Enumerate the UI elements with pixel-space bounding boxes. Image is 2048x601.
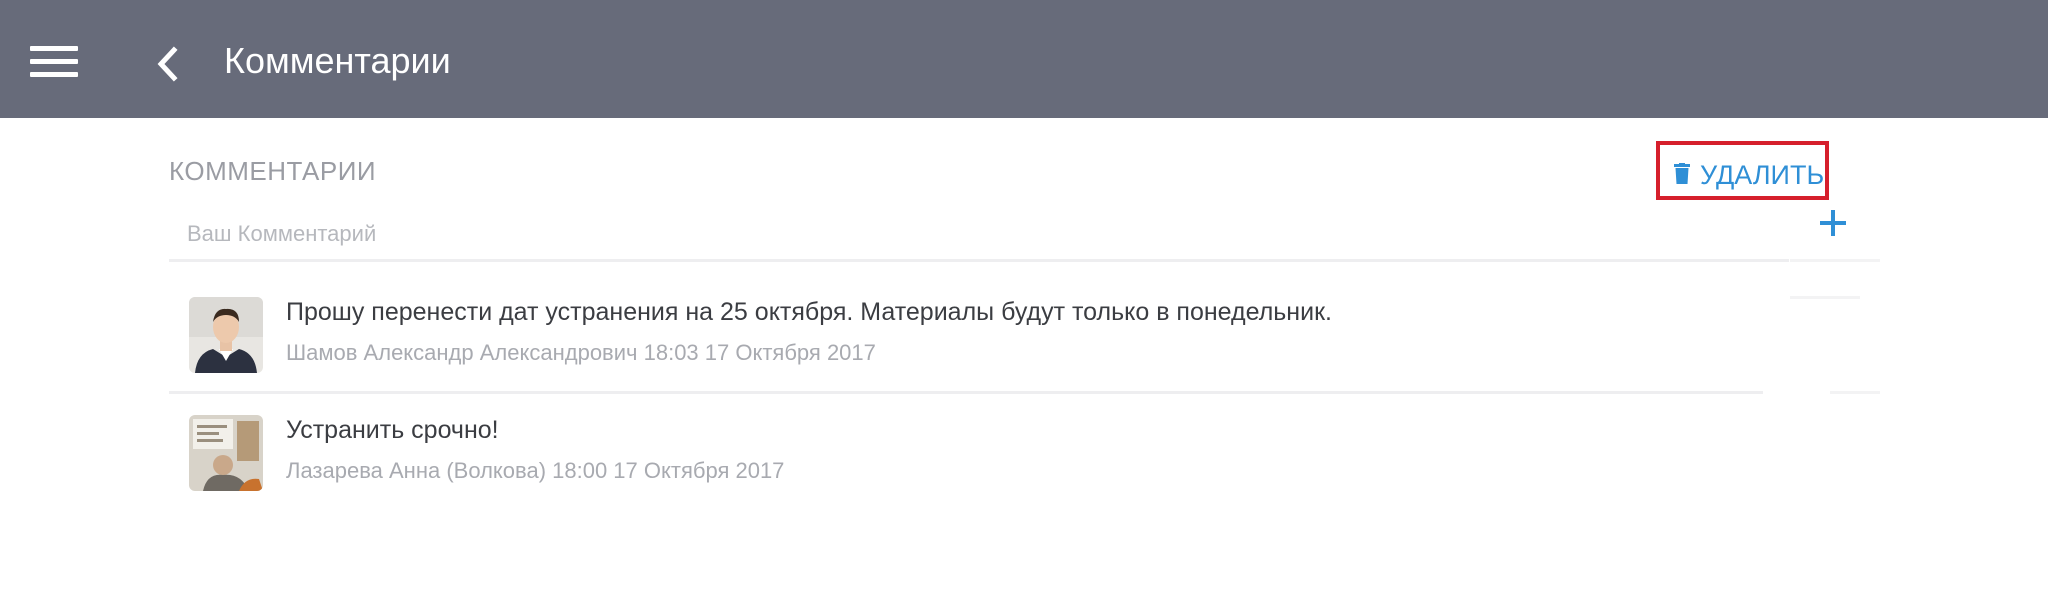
back-button[interactable] <box>152 44 182 84</box>
comment-text: Прошу перенести дат устранения на 25 окт… <box>286 298 1332 326</box>
plus-icon <box>1820 210 1846 236</box>
comment-item: Устранить срочно! Лазарева Анна (Волкова… <box>169 415 1769 515</box>
hamburger-menu-icon[interactable] <box>30 46 80 80</box>
delete-button[interactable]: УДАЛИТЬ <box>1656 141 1829 200</box>
add-comment-button[interactable] <box>1816 206 1850 240</box>
comment-item: Прошу перенести дат устранения на 25 окт… <box>169 297 1769 397</box>
comments-section-label: КОММЕНТАРИИ <box>169 156 377 186</box>
trash-icon <box>1674 163 1690 184</box>
comment-text: Устранить срочно! <box>286 416 499 444</box>
avatar <box>189 415 263 491</box>
page-title: Комментарии <box>224 40 451 81</box>
comment-input[interactable] <box>169 210 1789 258</box>
app-header: Комментарии <box>0 0 2048 118</box>
right-divider <box>1790 296 1860 299</box>
comment-meta: Шамов Александр Александрович 18:03 17 О… <box>286 340 876 365</box>
input-divider-right <box>1790 259 1880 262</box>
comment-divider-right <box>1830 391 1880 394</box>
comment-divider <box>169 391 1763 394</box>
input-divider <box>169 259 1789 262</box>
chevron-left-icon <box>157 46 178 82</box>
delete-button-label: УДАЛИТЬ <box>1700 160 1825 190</box>
avatar <box>189 297 263 373</box>
comment-meta: Лазарева Анна (Волкова) 18:00 17 Октября… <box>286 458 785 483</box>
